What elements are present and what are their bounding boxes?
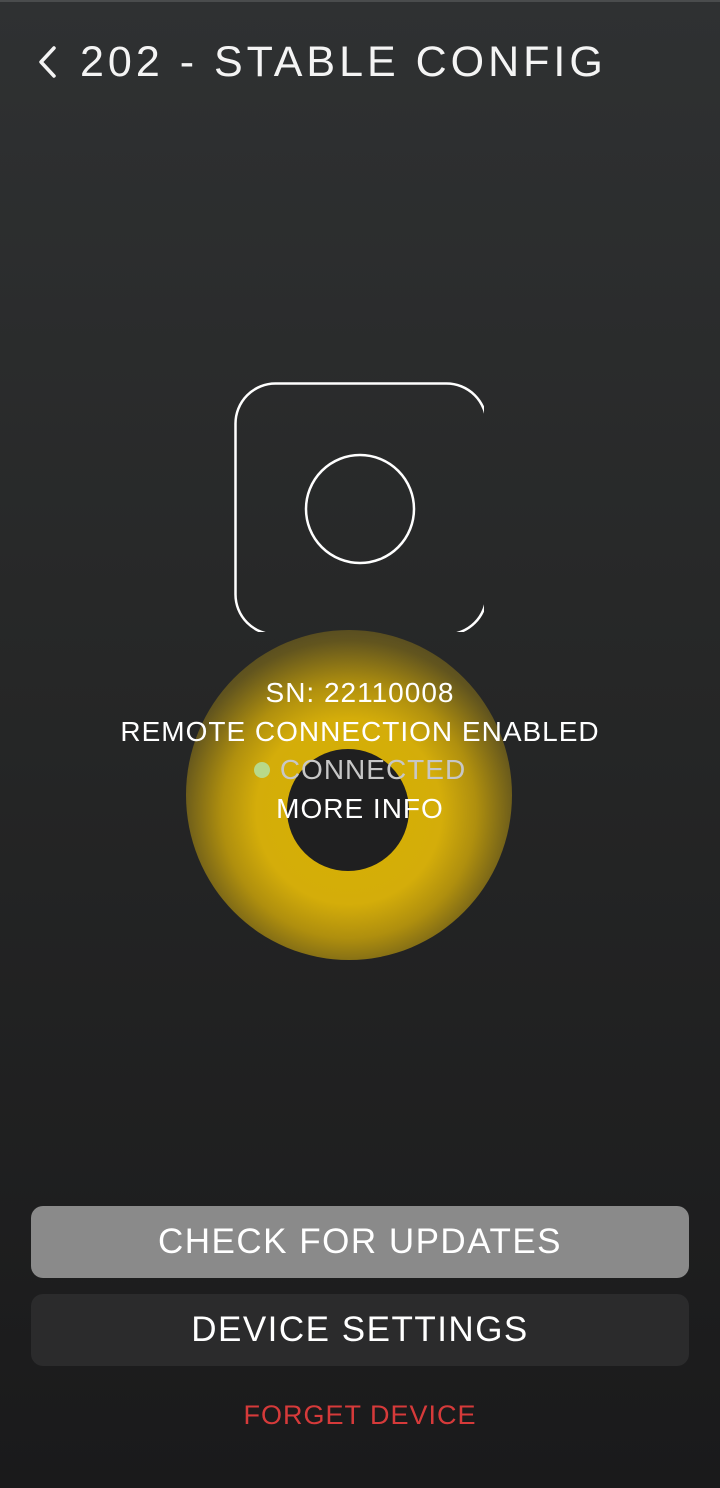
chevron-left-icon [39, 46, 56, 78]
device-settings-button[interactable]: DEVICE SETTINGS [31, 1294, 689, 1366]
more-info-link[interactable]: MORE INFO [0, 790, 720, 829]
remote-connection-status: REMOTE CONNECTION ENABLED [120, 715, 600, 747]
back-button[interactable] [36, 32, 66, 92]
device-square-icon [234, 382, 484, 632]
device-info: SN: 22110008 REMOTE CONNECTION ENABLED C… [0, 674, 720, 828]
page-title: 202 - STABLE CONFIG [80, 37, 607, 86]
connection-status: CONNECTED [0, 751, 720, 790]
check-for-updates-button[interactable]: CHECK FOR UPDATES [31, 1206, 689, 1278]
status-dot-icon [253, 762, 270, 779]
serial-number: SN: 22110008 [265, 677, 455, 708]
top-border [0, 0, 720, 2]
header: 202 - STABLE CONFIG [36, 32, 607, 92]
forget-device-button[interactable]: FORGET DEVICE [0, 1400, 720, 1431]
connection-status-label: CONNECTED [279, 754, 467, 785]
